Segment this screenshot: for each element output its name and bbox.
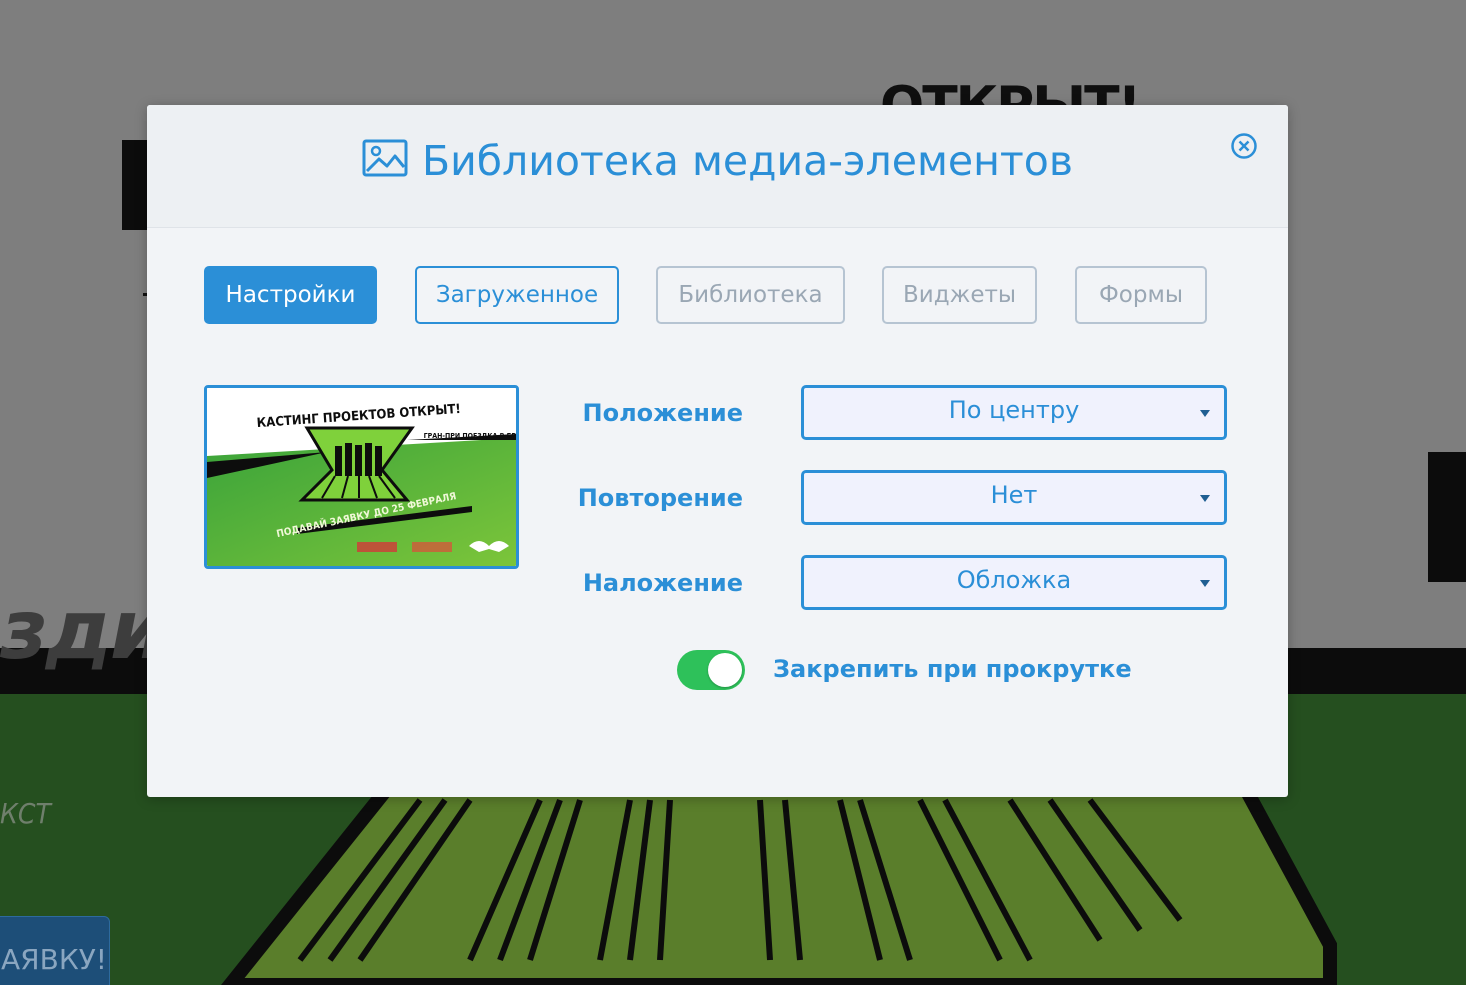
tab-library[interactable]: Библиотека [656,266,845,324]
position-select-value: По центру [948,396,1080,424]
tab-widgets[interactable]: Виджеты [882,266,1037,324]
pin-on-scroll-label: Закрепить при прокрутке [773,655,1132,683]
media-library-modal: Библиотека медиа-элементов Настройки Заг… [147,105,1288,797]
overlay-label: Наложение [582,569,743,597]
modal-header: Библиотека медиа-элементов [147,105,1288,228]
tab-settings[interactable]: Настройки [204,266,377,324]
repeat-select-value: Нет [990,481,1038,509]
position-label: Положение [582,399,743,427]
repeat-label: Повторение [577,484,743,512]
repeat-select[interactable]: Нет [801,470,1227,525]
thumbnail-image: КАСТИНГ ПРОЕКТОВ ОТКРЫТ! ГРАН-ПРИ ПОЕЗДК… [207,388,516,566]
overlay-select-value: Обложка [956,566,1072,594]
media-thumbnail[interactable]: КАСТИНГ ПРОЕКТОВ ОТКРЫТ! ГРАН-ПРИ ПОЕЗДК… [204,385,519,569]
pin-on-scroll-toggle[interactable] [677,650,745,690]
close-icon[interactable] [1230,132,1258,160]
background-caption-text: КСТ [0,797,51,830]
position-select[interactable]: По центру [801,385,1227,440]
overlay-select[interactable]: Обложка [801,555,1227,610]
toggle-knob [708,653,742,687]
caret-down-icon [1200,410,1210,417]
background-apply-button: АЯВКУ! [0,916,110,985]
image-icon [362,137,410,191]
caret-down-icon [1200,580,1210,587]
tab-uploaded[interactable]: Загруженное [415,266,619,324]
modal-title: Библиотека медиа-элементов [147,135,1288,191]
thumbnail-side-text: ГРАН-ПРИ ПОЕЗДКА В БРЮСЕЛЬ [424,432,516,440]
modal-title-text: Библиотека медиа-элементов [421,137,1074,185]
caret-down-icon [1200,495,1210,502]
tab-forms[interactable]: Формы [1075,266,1207,324]
